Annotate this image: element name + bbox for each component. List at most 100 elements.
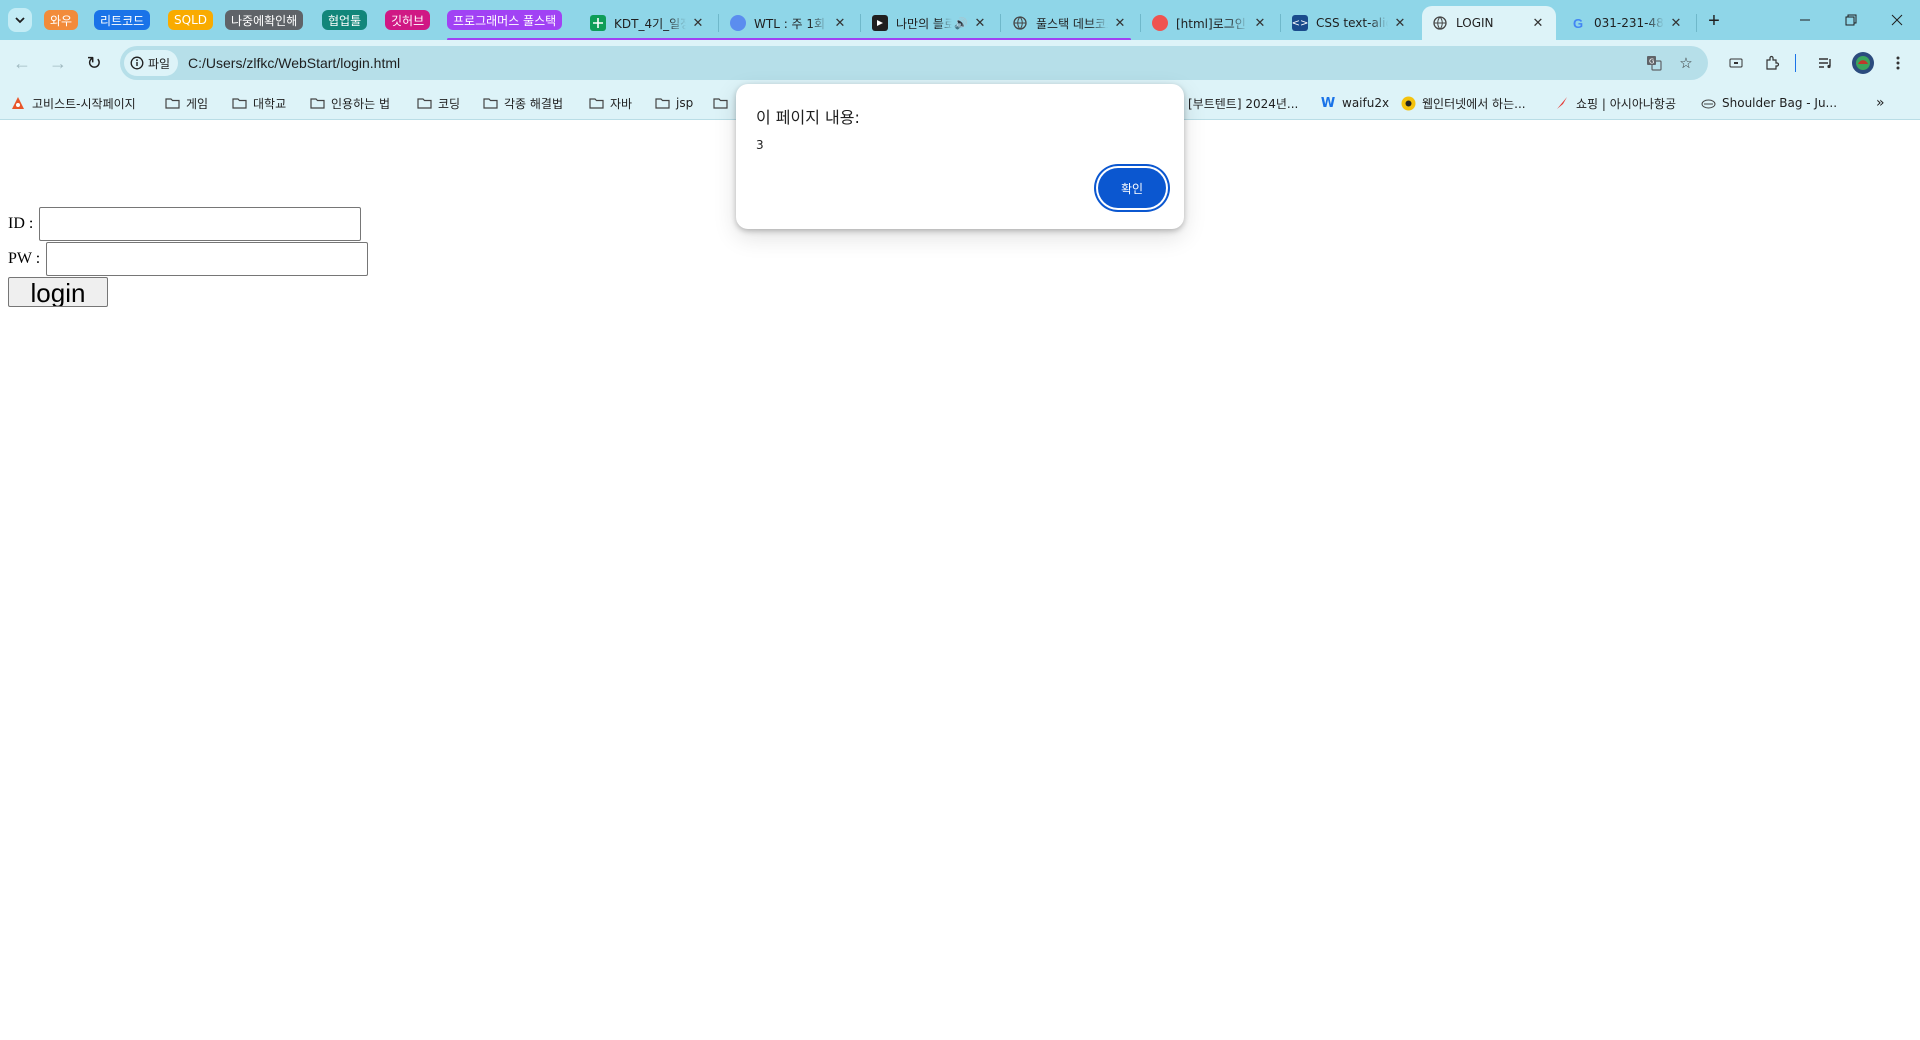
bookmark-bootcamp[interactable]: [부트텐트] 2024년... — [1188, 94, 1298, 112]
folder-icon — [654, 95, 670, 111]
toolbar-divider — [1795, 54, 1796, 72]
bookmark-folder-game[interactable]: 게임 — [164, 94, 208, 112]
close-icon[interactable]: ✕ — [972, 16, 988, 31]
pw-input[interactable] — [46, 242, 369, 276]
people-icon — [730, 15, 746, 31]
tab-separator — [1280, 14, 1281, 32]
translate-icon[interactable]: G — [1644, 53, 1664, 73]
bookmark-folder-coding[interactable]: 코딩 — [416, 94, 460, 112]
tab-kdt-schedule[interactable]: KDT_4기_일정 ✕ — [580, 6, 716, 40]
bookmarks-overflow-button[interactable]: » — [1876, 94, 1885, 112]
profile-avatar[interactable] — [1852, 52, 1874, 74]
pw-row: PW : — [8, 242, 369, 276]
new-tab-button[interactable]: + — [1701, 8, 1727, 34]
tab-strip: 와우 리트코드 SQLD 나중에확인해 협업툴 깃허브 프로그래머스 풀스택 K… — [0, 0, 1920, 41]
code-icon: <> — [1292, 15, 1308, 31]
back-button[interactable]: ← — [8, 49, 36, 77]
close-icon[interactable]: ✕ — [832, 16, 848, 31]
restore-button[interactable] — [1828, 0, 1874, 40]
waifu-icon: W — [1320, 95, 1336, 111]
tab-title: LOGIN — [1456, 16, 1494, 30]
tab-group-programmers[interactable]: 프로그래머스 풀스택 — [447, 10, 563, 30]
bookmark-star-icon[interactable]: ☆ — [1676, 53, 1696, 73]
folder-icon — [712, 95, 728, 111]
bookmark-folder-citation[interactable]: 인용하는 법 — [309, 94, 390, 112]
emoji-icon — [1400, 95, 1416, 111]
bookmark-folder-jsp[interactable]: jsp — [654, 94, 693, 112]
id-label: ID : — [8, 215, 34, 232]
folder-icon — [416, 95, 432, 111]
avatar-icon — [1856, 56, 1870, 70]
gobest-icon — [10, 95, 26, 111]
bookmark-folder-university[interactable]: 대학교 — [231, 94, 286, 112]
close-window-button[interactable] — [1874, 0, 1920, 40]
close-icon[interactable]: ✕ — [1392, 16, 1408, 31]
extensions-icon[interactable] — [1762, 53, 1782, 73]
tab-title: KDT_4기_일정 — [614, 16, 686, 31]
close-icon[interactable]: ✕ — [1668, 16, 1684, 31]
bookmark-label: Shoulder Bag - Ju... — [1722, 96, 1838, 110]
close-icon[interactable]: ✕ — [1530, 16, 1546, 31]
info-icon — [130, 56, 144, 70]
address-bar[interactable]: 파일 C:/Users/zlfkc/WebStart/login.html G … — [120, 46, 1708, 80]
tab-google-search[interactable]: G 031-231-4814 ✕ — [1560, 6, 1694, 40]
tab-group-collab[interactable]: 협업툴 — [322, 10, 368, 30]
tab-separator — [860, 14, 861, 32]
tab-group-later[interactable]: 나중에확인해 — [225, 10, 304, 30]
folder-icon — [482, 95, 498, 111]
bookmark-folder-java[interactable]: 자바 — [588, 94, 632, 112]
bookmark-folder-hidden[interactable] — [712, 94, 734, 112]
id-row: ID : — [8, 207, 362, 241]
tab-title: 나만의 블로그 — [896, 16, 953, 31]
close-icon[interactable]: ✕ — [690, 16, 706, 31]
tab-group-sqld[interactable]: SQLD — [168, 10, 213, 30]
dialog-ok-button[interactable]: 확인 — [1098, 168, 1166, 208]
bookmark-waifu2x[interactable]: W waifu2x — [1320, 94, 1389, 112]
bookmark-asiana[interactable]: 쇼핑 | 아시아나항공 — [1554, 94, 1676, 112]
bookmark-label: 각종 해결법 — [504, 96, 564, 111]
cast-icon[interactable] — [1726, 53, 1746, 73]
reload-button[interactable]: ↻ — [80, 49, 108, 77]
tab-login-active[interactable]: LOGIN ✕ — [1422, 6, 1556, 40]
media-control-icon[interactable] — [1816, 53, 1836, 73]
tab-my-blog[interactable]: 나만의 블로그 🔊 ✕ — [862, 6, 998, 40]
folder-icon — [231, 95, 247, 111]
bookmark-label: 고비스트-시작페이지 — [32, 96, 136, 111]
minimize-button[interactable] — [1782, 0, 1828, 40]
tab-title: 풀스택 데브코스 — [1036, 16, 1108, 31]
tab-group-wow[interactable]: 와우 — [44, 10, 79, 30]
bookmark-shoulder-bag[interactable]: Shoulder Bag - Ju... — [1700, 94, 1837, 112]
bag-icon — [1700, 95, 1716, 111]
bookmark-label: 웹인터넷에서 하는... — [1422, 96, 1526, 111]
bookmark-web-game[interactable]: 웹인터넷에서 하는... — [1400, 94, 1526, 112]
close-icon[interactable]: ✕ — [1252, 16, 1268, 31]
tab-html-login-form[interactable]: [html]로그인 폼 ✕ — [1142, 6, 1278, 40]
speaker-icon[interactable]: 🔊 — [954, 17, 968, 30]
tab-wtl[interactable]: WTL : 주 1회 ✕ — [720, 6, 858, 40]
url-text[interactable]: C:/Users/zlfkc/WebStart/login.html — [188, 55, 400, 71]
bookmark-folder-solutions[interactable]: 각종 해결법 — [482, 94, 563, 112]
svg-text:G: G — [1649, 58, 1654, 66]
bookmark-label: 코딩 — [438, 96, 461, 111]
site-info-chip[interactable]: 파일 — [124, 50, 179, 76]
bookmark-label: jsp — [676, 96, 694, 110]
tab-title: WTL : 주 1회 — [754, 16, 826, 31]
tab-fullstack-devcourse[interactable]: 풀스택 데브코스 ✕ — [1002, 6, 1138, 40]
tab-search-button[interactable] — [8, 8, 32, 32]
id-input[interactable] — [39, 207, 362, 241]
minimize-icon — [1800, 19, 1810, 21]
bookmark-app-icon — [872, 15, 888, 31]
asiana-icon — [1554, 95, 1570, 111]
tab-group-github[interactable]: 깃허브 — [385, 10, 431, 30]
login-button[interactable]: login — [8, 277, 108, 307]
close-icon[interactable]: ✕ — [1112, 16, 1128, 31]
bookmark-gobest[interactable]: 고비스트-시작페이지 — [10, 94, 136, 112]
tab-group-leetcode[interactable]: 리트코드 — [94, 10, 151, 30]
bookmark-label: [부트텐트] 2024년... — [1188, 96, 1299, 111]
forward-button[interactable]: → — [44, 49, 72, 77]
tab-separator — [1696, 14, 1697, 32]
tab-css-text-align[interactable]: <> CSS text-align ✕ — [1282, 6, 1418, 40]
bookmark-label: 게임 — [186, 96, 209, 111]
globe-icon — [1012, 15, 1028, 31]
menu-kebab-icon[interactable] — [1888, 53, 1908, 73]
